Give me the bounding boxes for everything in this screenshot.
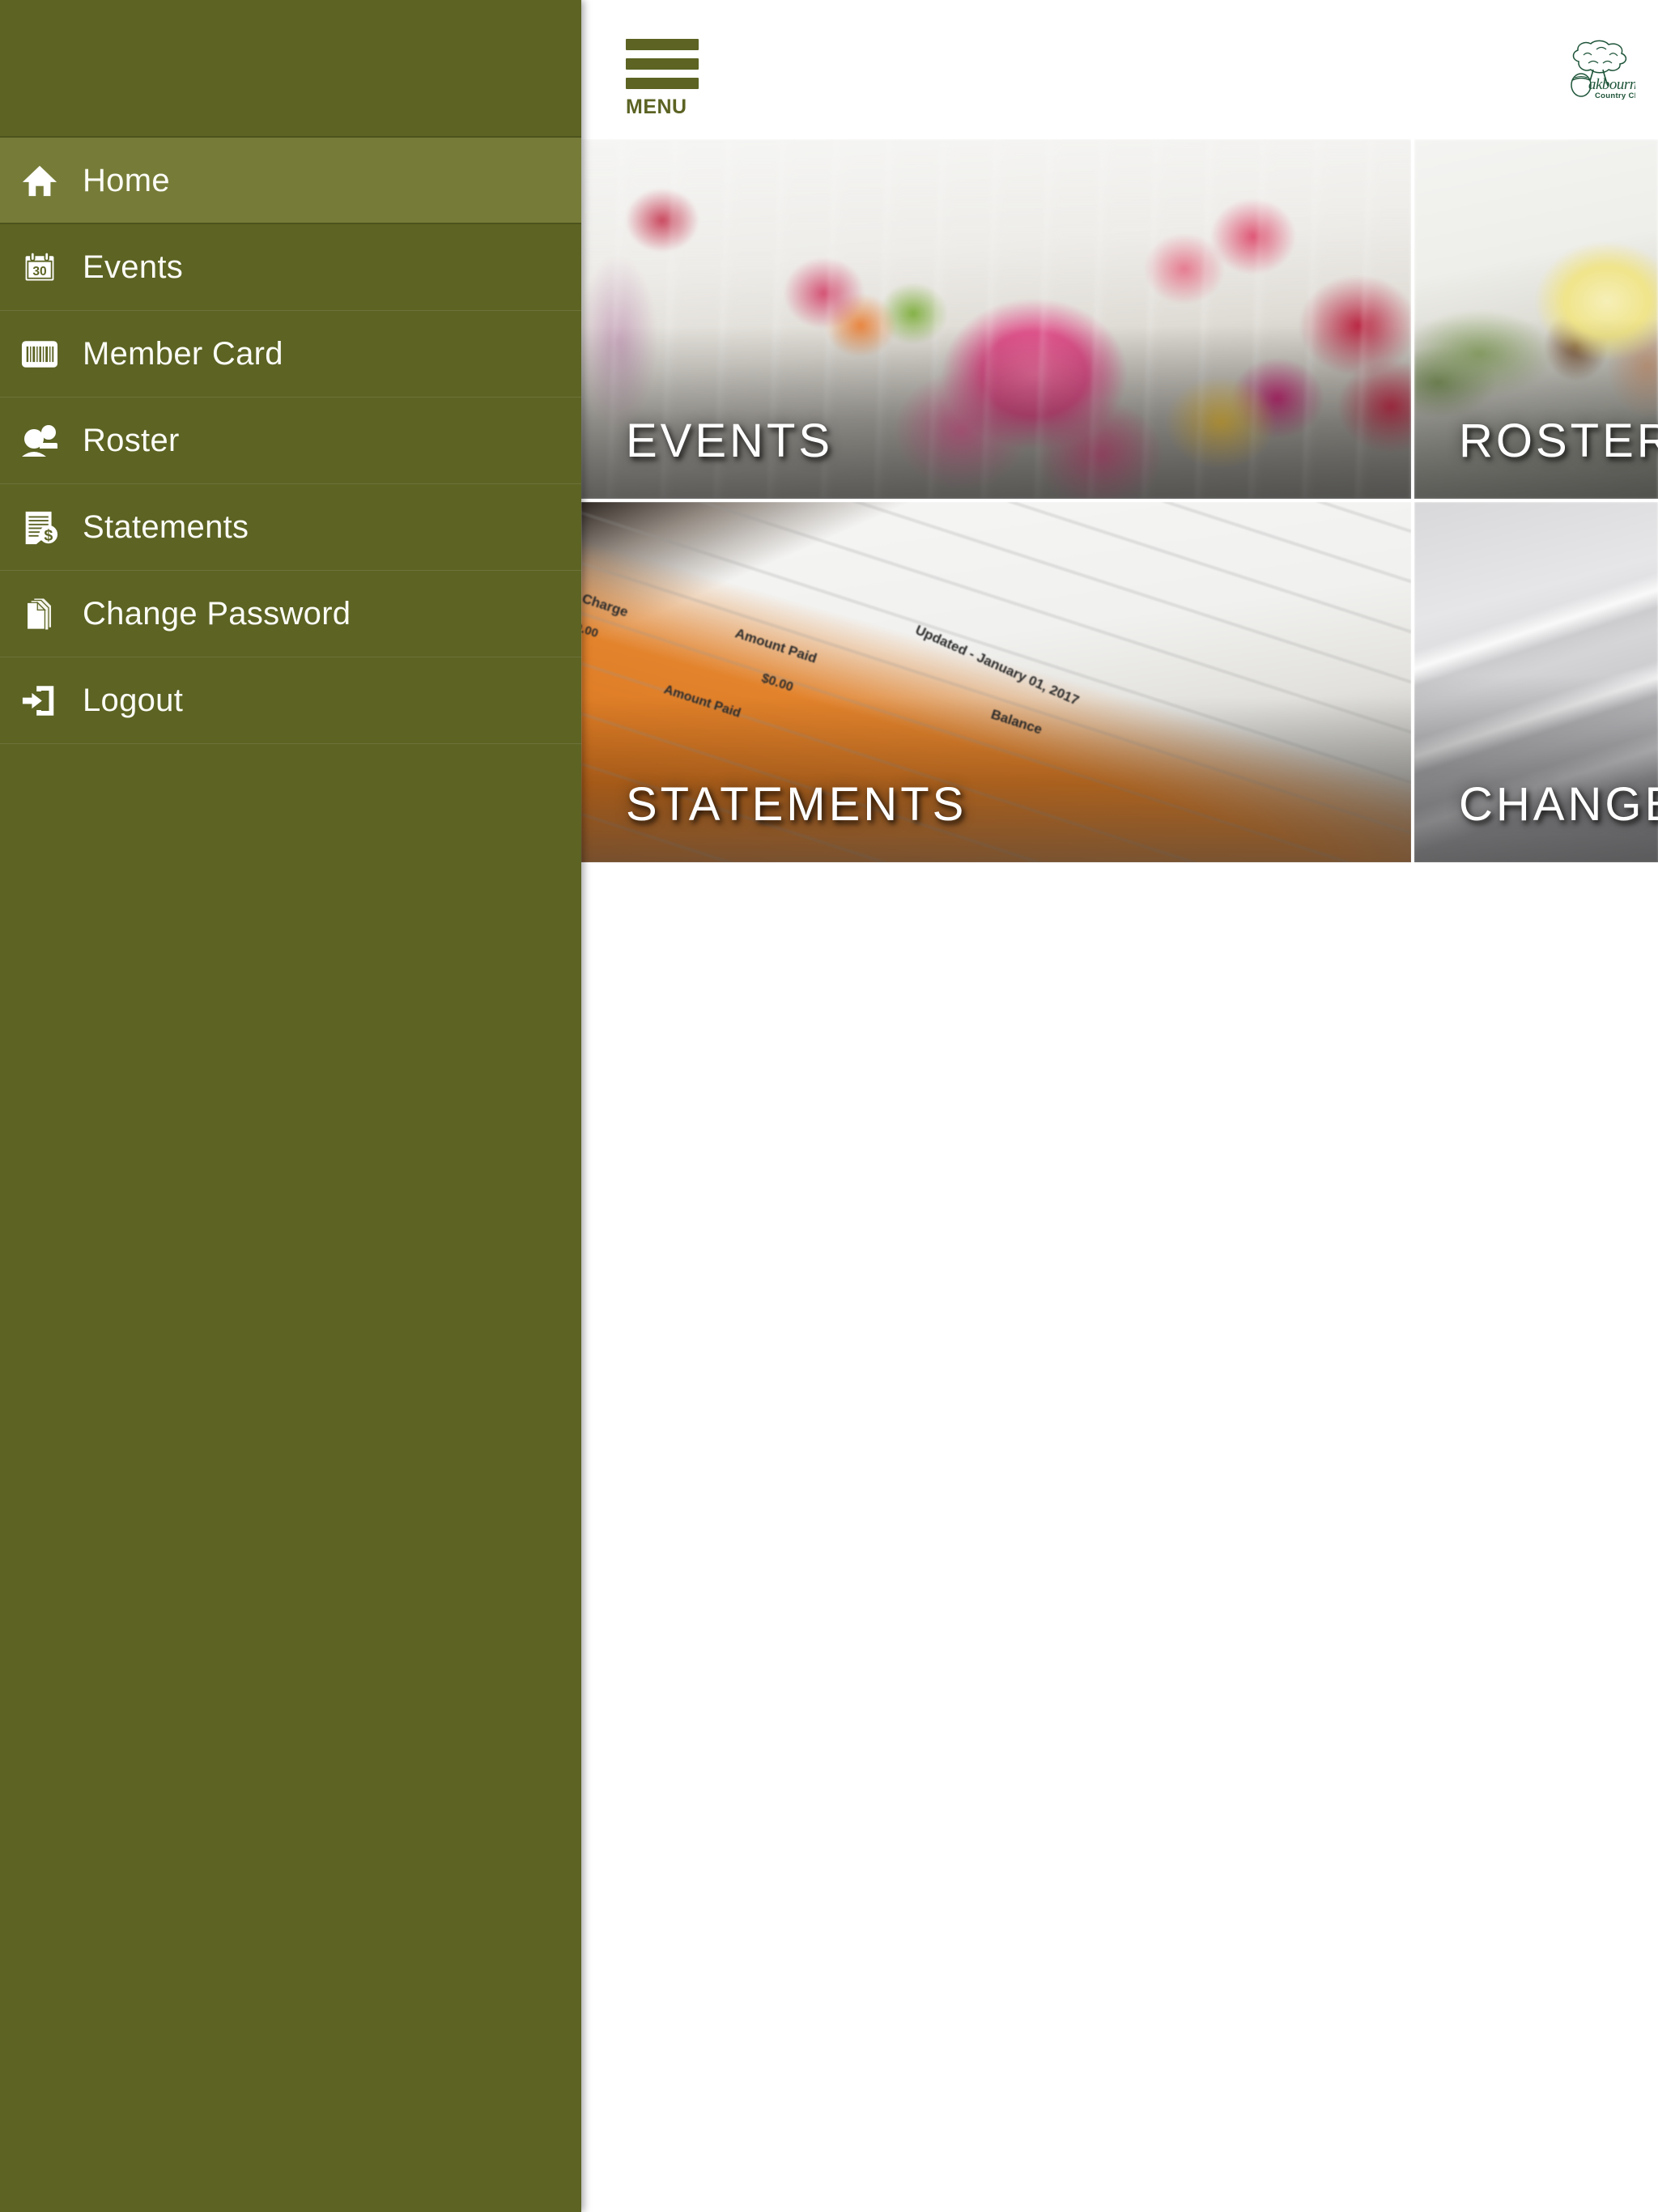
- exit-icon: [15, 675, 65, 725]
- sidebar-item-member-card[interactable]: Member Card: [0, 311, 581, 398]
- tile-events[interactable]: EVENTS: [581, 139, 1411, 499]
- sidebar-item-change-password[interactable]: Change Password: [0, 571, 581, 657]
- barcode-icon: [15, 329, 65, 379]
- tile-label-events: EVENTS: [626, 415, 834, 467]
- oak-tree-logo-icon[interactable]: akbourne Country Club: [1564, 39, 1635, 102]
- tile-label-statements: STATEMENTS: [626, 778, 967, 831]
- hamburger-icon[interactable]: [626, 39, 715, 89]
- tile-label-change-password: CHANGE: [1459, 778, 1658, 831]
- menu-toggle-button[interactable]: MENU: [626, 39, 715, 117]
- sidebar-item-label: Events: [83, 249, 184, 285]
- tile-label-roster: ROSTER: [1459, 415, 1658, 467]
- svg-text:Country Club: Country Club: [1595, 91, 1635, 100]
- tile-roster[interactable]: ROSTER: [1414, 139, 1658, 499]
- sidebar-item-label: Home: [83, 162, 170, 198]
- sidebar-item-label: Member Card: [83, 336, 283, 372]
- sidebar-item-label: Statements: [83, 509, 249, 545]
- hamburger-bar-1: [626, 39, 699, 50]
- sidebar-item-statements[interactable]: $ Statements: [0, 484, 581, 571]
- sidebar-item-label: Roster: [83, 423, 180, 458]
- navigation-drawer: Home 30 Events Member Card Roster $ Stat…: [0, 0, 581, 2212]
- svg-text:akbourne: akbourne: [1588, 76, 1635, 93]
- invoice-dollar-icon: $: [15, 502, 65, 552]
- sidebar-item-roster[interactable]: Roster: [0, 398, 581, 484]
- home-icon: [15, 155, 65, 206]
- app-header: MENU akbourne Coun: [581, 0, 1658, 139]
- tile-change-password[interactable]: CHANGE: [1414, 502, 1658, 862]
- menu-label: MENU: [626, 96, 687, 118]
- sidebar-header-spacer: [0, 0, 581, 138]
- sidebar-item-home[interactable]: Home: [0, 138, 581, 224]
- sidebar-item-logout[interactable]: Logout: [0, 657, 581, 744]
- tile-statements[interactable]: Charge 0.00 Amount Paid $0.00 Updated - …: [581, 502, 1411, 862]
- sidebar-item-label: Logout: [83, 683, 184, 718]
- app-root: MENU akbourne Coun: [0, 0, 1658, 2212]
- dashboard-tile-grid: EVENTS ROSTER Charge 0.00 Amount Paid $0…: [581, 139, 1658, 862]
- calendar-icon: 30: [15, 242, 65, 292]
- svg-text:30: 30: [32, 265, 47, 279]
- svg-text:$: $: [44, 526, 53, 544]
- hamburger-bar-2: [626, 58, 699, 70]
- people-icon: [15, 415, 65, 466]
- hamburger-bar-3: [626, 78, 699, 89]
- sidebar-item-label: Change Password: [83, 596, 351, 632]
- sidebar-item-events[interactable]: 30 Events: [0, 224, 581, 311]
- documents-icon: [15, 589, 65, 639]
